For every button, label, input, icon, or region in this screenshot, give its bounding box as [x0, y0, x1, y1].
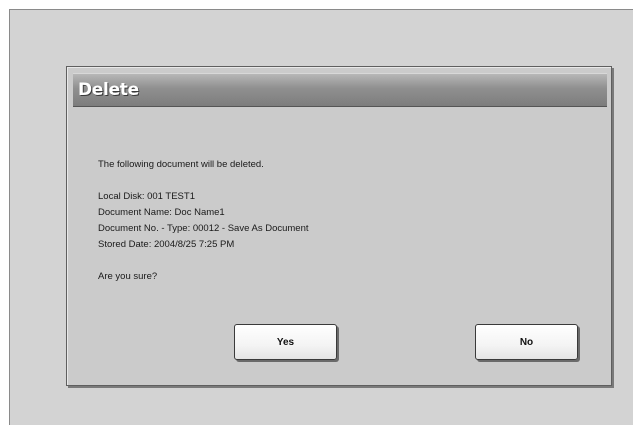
- no-button[interactable]: No: [475, 324, 578, 360]
- location-text: Local Disk: 001 TEST1: [98, 191, 195, 202]
- delete-dialog: Delete The following document will be de…: [66, 66, 612, 386]
- dialog-title: Delete: [78, 80, 139, 100]
- document-number-type-text: Document No. - Type: 00012 - Save As Doc…: [98, 223, 309, 234]
- stored-date-text: Stored Date: 2004/8/25 7:25 PM: [98, 239, 235, 250]
- dialog-title-bar: Delete: [73, 73, 607, 107]
- screen-background: Delete The following document will be de…: [9, 9, 633, 425]
- yes-button[interactable]: Yes: [234, 324, 337, 360]
- intro-text: The following document will be deleted.: [98, 159, 264, 170]
- document-name-text: Document Name: Doc Name1: [98, 207, 225, 218]
- confirmation-question: Are you sure?: [98, 271, 158, 282]
